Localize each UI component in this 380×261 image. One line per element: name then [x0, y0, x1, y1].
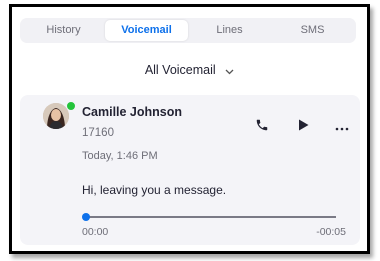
play-button[interactable]	[294, 118, 312, 136]
play-icon	[298, 118, 309, 136]
tab-voicemail[interactable]: Voicemail	[105, 20, 188, 41]
voicemail-timestamp: Today, 1:46 PM	[82, 150, 158, 162]
caller-name: Camille Johnson	[82, 105, 183, 119]
playback-track[interactable]	[86, 216, 336, 218]
filter-label: All Voicemail	[144, 63, 216, 77]
presence-online-indicator	[66, 101, 76, 111]
voicemail-card[interactable]: Camille Johnson 17160 Today, 1:46 PM Hi,…	[20, 95, 360, 245]
tab-history[interactable]: History	[22, 20, 105, 41]
tab-bar: History Voicemail Lines SMS	[20, 18, 356, 43]
playback-current-time: 00:00	[82, 226, 109, 238]
more-options-button[interactable]	[333, 118, 351, 136]
playback-scrubber[interactable]	[82, 213, 90, 221]
voicemail-panel: History Voicemail Lines SMS All Voicemai…	[9, 4, 370, 254]
call-back-button[interactable]	[253, 118, 271, 136]
playback-remaining-time: -00:05	[316, 226, 346, 238]
caller-number: 17160	[82, 127, 114, 139]
voicemail-transcript: Hi, leaving you a message.	[82, 183, 227, 197]
tab-sms[interactable]: SMS	[271, 20, 354, 41]
tab-lines[interactable]: Lines	[188, 20, 271, 41]
phone-icon	[255, 118, 269, 137]
voicemail-filter-dropdown[interactable]: All Voicemail	[12, 63, 367, 78]
more-icon	[335, 118, 349, 136]
chevron-down-icon	[225, 64, 234, 78]
